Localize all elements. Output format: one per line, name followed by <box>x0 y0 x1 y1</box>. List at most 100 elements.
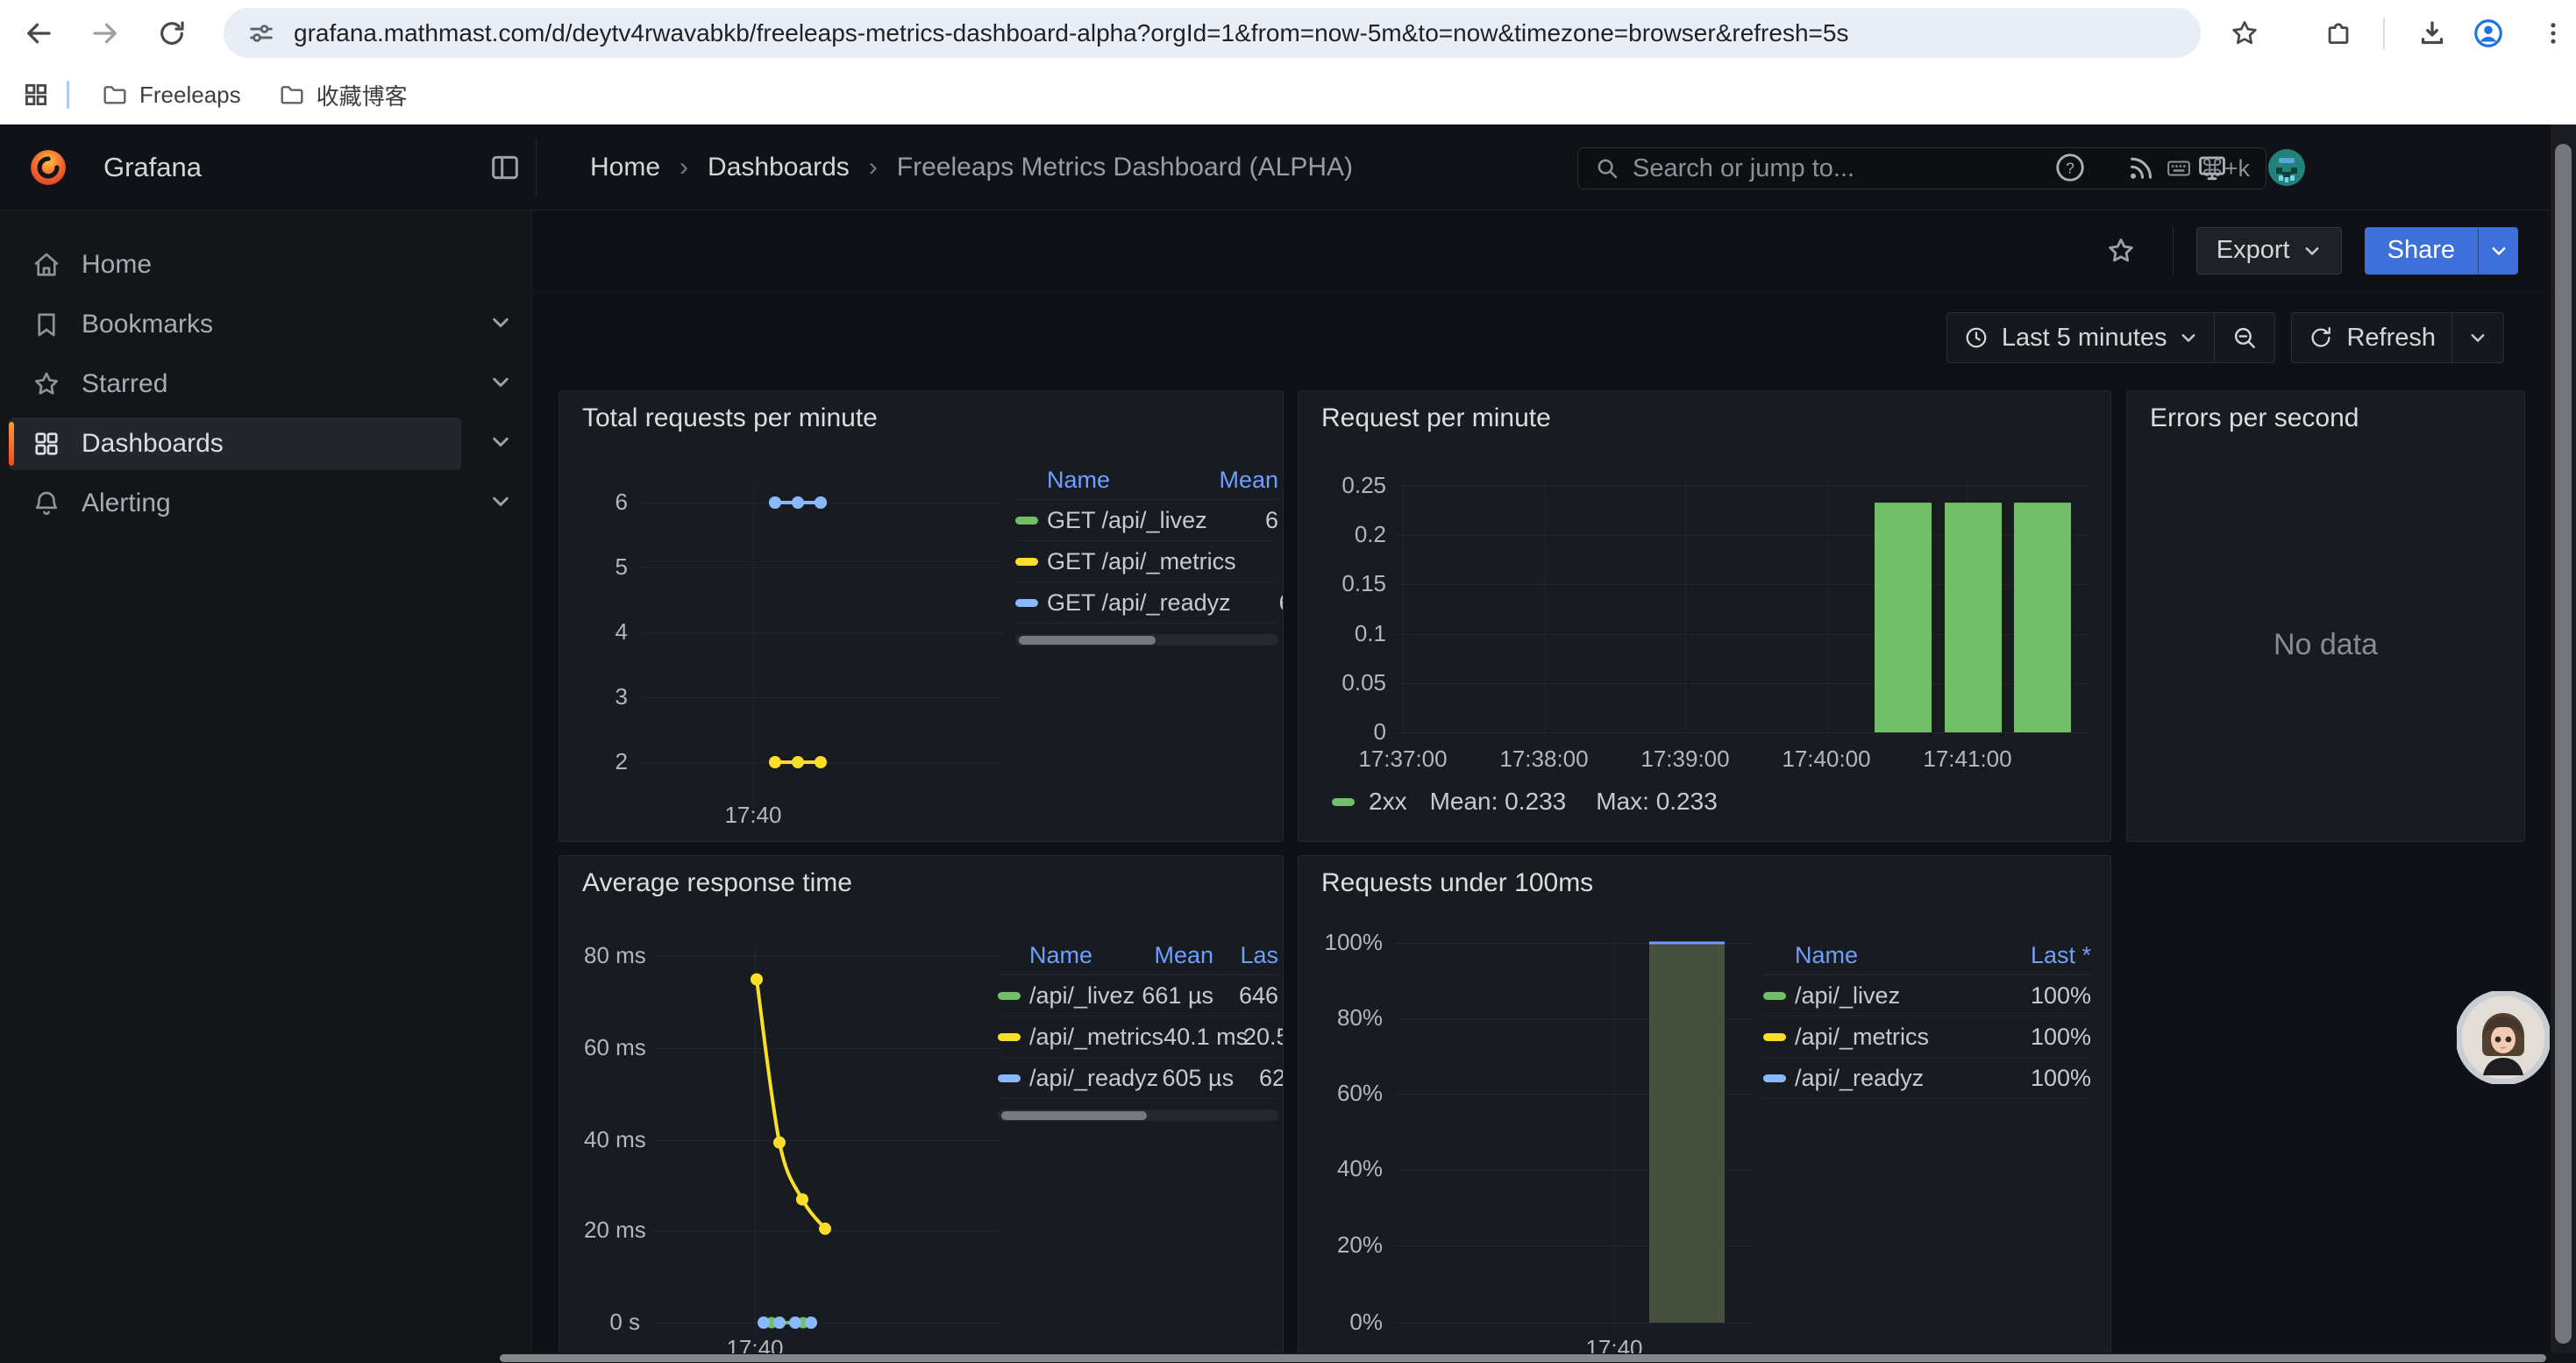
chevron-down-icon[interactable] <box>489 490 512 517</box>
folder-icon <box>101 81 129 109</box>
breadcrumb: Home › Dashboards › Freeleaps Metrics Da… <box>590 125 1353 211</box>
panel-title[interactable]: Request per minute <box>1321 403 1551 433</box>
legend-row[interactable]: GET /api/_livez6 <box>1015 500 1278 541</box>
panel-title[interactable]: Total requests per minute <box>582 403 878 433</box>
favorite-star-icon[interactable] <box>2104 234 2138 268</box>
panel-title[interactable]: Requests under 100ms <box>1321 868 1593 898</box>
profile-icon[interactable] <box>2464 9 2513 58</box>
panel-avg-response-time: 80 ms60 ms40 ms20 ms0 s17:40 Average res… <box>559 855 1284 1363</box>
bookmark-folder-blogs[interactable]: 收藏博客 <box>266 72 420 118</box>
legend-row[interactable]: /api/_readyz605 µs620 <box>998 1058 1278 1099</box>
series-name: /api/_livez <box>1795 982 2003 1010</box>
scrollbar-thumb[interactable] <box>500 1354 2546 1362</box>
url-bar[interactable]: grafana.mathmast.com/d/deytv4rwavabkb/fr… <box>224 8 2201 58</box>
panel-request-per-minute: 0.250.20.150.10.05017:37:0017:38:0017:39… <box>1298 390 2111 842</box>
gridline <box>1393 1323 1754 1324</box>
grafana-topnav: Grafana Home › Dashboards › Freeleaps Me… <box>0 125 2576 211</box>
forward-icon[interactable] <box>81 9 130 58</box>
clock-icon <box>1963 325 1989 351</box>
sidebar-item-starred[interactable]: Starred <box>0 354 531 414</box>
refresh-inter val-dropdown[interactable] <box>2452 313 2503 362</box>
legend-row[interactable]: /api/_livez100% <box>1763 975 2091 1017</box>
extensions-icon[interactable] <box>2314 9 2363 58</box>
menu-kebab-icon[interactable] <box>2529 9 2576 58</box>
gridline <box>1393 1094 1754 1095</box>
share-button[interactable]: Share <box>2365 227 2518 275</box>
y-tick-label: 0 <box>1325 718 1386 746</box>
legend-row[interactable]: /api/_metrics100% <box>1763 1017 2091 1058</box>
chevron-down-icon[interactable] <box>489 371 512 398</box>
series-name: GET /api/_metrics <box>1047 548 1236 575</box>
sidebar-item-dashboards[interactable]: Dashboards <box>0 414 531 474</box>
chevron-down-icon <box>2302 241 2322 260</box>
x-tick-label: 17:37:00 <box>1341 746 1464 773</box>
y-tick-label: 80% <box>1321 1004 1383 1031</box>
legend-row[interactable]: /api/_readyz100% <box>1763 1058 2091 1099</box>
series-pill <box>998 1074 1021 1082</box>
x-tick-label: 17:40 <box>692 802 815 829</box>
series-pill <box>998 992 1021 1000</box>
back-icon[interactable] <box>14 9 63 58</box>
sidebar-item-bookmarks[interactable]: Bookmarks <box>0 295 531 354</box>
export-button[interactable]: Export <box>2196 227 2342 275</box>
time-range-label: Last 5 minutes <box>2002 324 2167 353</box>
legend-row[interactable]: /api/_livez661 µs646 <box>998 975 1278 1017</box>
reload-icon[interactable] <box>147 9 196 58</box>
sidebar-item-home[interactable]: Home <box>0 235 531 295</box>
grafana-logo[interactable] <box>28 147 68 188</box>
legend-row[interactable]: /api/_metrics40.1 ms20.5 r <box>998 1017 1278 1058</box>
chevron-down-icon[interactable] <box>489 311 512 339</box>
series-pill <box>1015 517 1038 525</box>
refresh-button[interactable]: Refresh <box>2292 313 2451 362</box>
series-pill <box>1015 599 1038 607</box>
assistant-avatar[interactable] <box>2457 991 2550 1084</box>
scrollbar-thumb[interactable] <box>1019 636 1156 645</box>
dashboards-grid-icon <box>31 428 62 460</box>
legend-requests-under-100ms: NameLast */api/_livez100%/api/_metrics10… <box>1763 937 2091 1099</box>
chevron-down-icon <box>2489 241 2508 260</box>
monitor-icon[interactable] <box>2195 151 2229 184</box>
series-name: /api/_metrics <box>1795 1024 2003 1051</box>
chevron-down-icon[interactable] <box>489 431 512 458</box>
legend-request-per-minute[interactable]: 2xx Mean: 0.233 Max: 0.233 <box>1332 788 1718 816</box>
scrollbar-thumb[interactable] <box>2555 144 2572 1344</box>
bookmark-star-icon[interactable] <box>2220 9 2269 58</box>
series-value: 100% <box>2003 1065 2091 1092</box>
y-tick-label: 4 <box>575 618 628 646</box>
x-tick-label: 17:39:00 <box>1624 746 1747 773</box>
help-icon[interactable]: ? <box>2053 151 2087 184</box>
legend-total-requests: NameMeanGET /api/_livez6GET /api/_metric… <box>1015 461 1278 646</box>
gridline <box>1397 634 2092 635</box>
vertical-scrollbar[interactable] <box>2550 125 2576 1363</box>
legend-scrollbar[interactable] <box>1015 634 1278 646</box>
apps-grid-icon[interactable] <box>21 80 51 110</box>
share-dropdown[interactable] <box>2478 227 2518 275</box>
legend-scrollbar[interactable] <box>998 1110 1278 1121</box>
horizontal-scrollbar[interactable] <box>0 1353 2576 1363</box>
time-range-picker[interactable]: Last 5 minutes <box>1947 313 2215 362</box>
legend-header: NameMeanLas <box>998 937 1278 975</box>
series-value: 20.5 r <box>1239 1024 1284 1051</box>
legend-header: NameMean <box>1015 461 1278 500</box>
gridline <box>1397 535 2092 536</box>
sidebar-toggle-icon[interactable] <box>487 150 523 185</box>
y-tick-label: 0 s <box>584 1309 640 1336</box>
scrollbar-thumb[interactable] <box>1001 1111 1147 1120</box>
legend-row[interactable]: GET /api/_readyz6 <box>1015 582 1278 624</box>
legend-row[interactable]: GET /api/_metrics2 <box>1015 541 1278 582</box>
user-avatar[interactable] <box>2267 148 2306 187</box>
news-rss-icon[interactable] <box>2125 152 2157 183</box>
gridline <box>1393 1018 1754 1019</box>
bookmark-folder-freeleaps[interactable]: Freeleaps <box>89 74 253 116</box>
download-icon[interactable] <box>2408 9 2457 58</box>
chevron-down-icon <box>2468 328 2487 347</box>
breadcrumb-dashboards[interactable]: Dashboards <box>708 153 850 182</box>
panel-title[interactable]: Average response time <box>582 868 852 898</box>
sidebar-item-alerting[interactable]: Alerting <box>0 474 531 533</box>
series-name: /api/_readyz <box>1029 1065 1158 1092</box>
site-settings-icon[interactable] <box>246 18 276 48</box>
sidebar: Home Bookmarks Starred <box>0 211 532 1363</box>
panel-title[interactable]: Errors per second <box>2150 403 2359 433</box>
breadcrumb-home[interactable]: Home <box>590 153 660 182</box>
zoom-out-button[interactable] <box>2215 313 2274 362</box>
